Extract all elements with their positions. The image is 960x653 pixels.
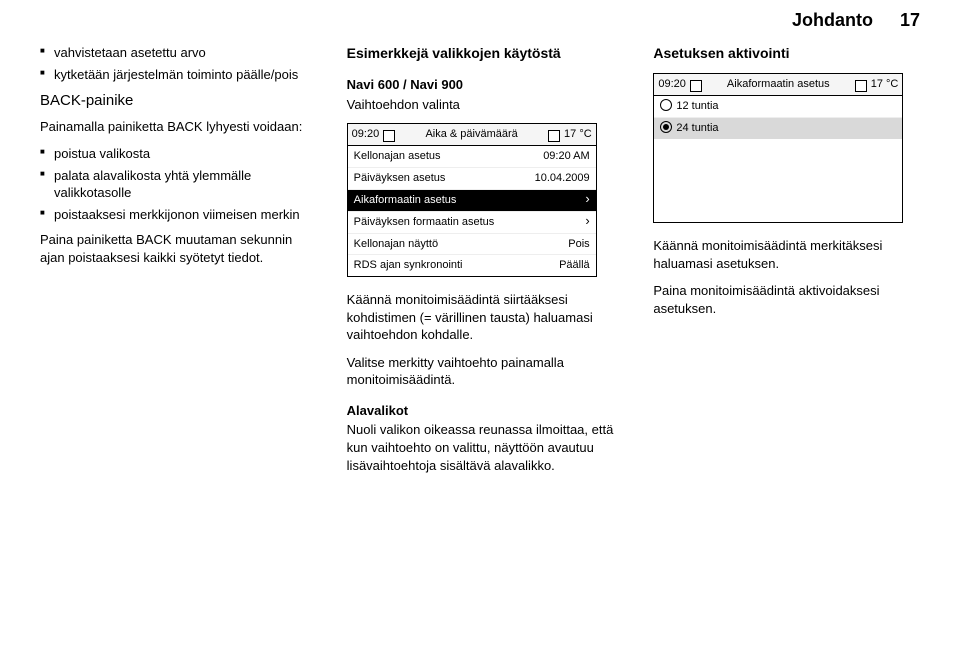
col3-p2: Paina monitoimisäädintä aktivoidaksesi a… [653, 282, 932, 317]
radio-filled-icon [660, 121, 672, 133]
col2-sub3: Alavalikot [347, 402, 626, 420]
list-item: palata alavalikosta yhtä ylemmälle valik… [40, 167, 319, 202]
option-row-selected[interactable]: 24 tuntia [654, 118, 902, 139]
row-label: Kellonajan näyttö [354, 237, 438, 252]
chevron-right-icon [585, 193, 589, 208]
col2-heading: Esimerkkejä valikkojen käytöstä [347, 44, 626, 63]
chevron-right-icon [585, 215, 589, 230]
screenshot-titlebar: 09:20 Aika & päivämäärä 17 °C [348, 124, 596, 146]
row-value: 10.04.2009 [535, 171, 590, 186]
col-1: vahvistetaan asetettu arvo kytketään jär… [40, 44, 319, 484]
menu-row-selected[interactable]: Aikaformaatin asetus [348, 190, 596, 212]
col2-p1: Käännä monitoimisäädintä siirtääksesi ko… [347, 291, 626, 344]
intro-list: vahvistetaan asetettu arvo kytketään jär… [40, 44, 319, 83]
option-label: 24 tuntia [660, 121, 718, 136]
col-3: Asetuksen aktivointi 09:20 Aikaformaatin… [653, 44, 932, 484]
screen-title: Aika & päivämäärä [399, 127, 544, 142]
option-label: 12 tuntia [660, 99, 718, 114]
col2-p2: Valitse merkitty vaihtoehto painamalla m… [347, 354, 626, 389]
menu-row[interactable]: Päiväyksen formaatin asetus [348, 212, 596, 234]
back-intro: Painamalla painiketta BACK lyhyesti void… [40, 118, 319, 136]
menu-rows: Kellonajan asetus 09:20 AM Päiväyksen as… [348, 146, 596, 276]
back-para: Paina painiketta BACK muutaman sekunnin … [40, 231, 319, 266]
temp-icon [855, 80, 867, 92]
clock-time: 09:20 [658, 77, 686, 92]
status-icon [383, 130, 395, 142]
list-item: poistua valikosta [40, 145, 319, 163]
temp-icon [548, 130, 560, 142]
row-label: Aikaformaatin asetus [354, 193, 457, 208]
row-label: RDS ajan synkronointi [354, 258, 463, 273]
list-item: kytketään järjestelmän toiminto päälle/p… [40, 66, 319, 84]
row-label: Kellonajan asetus [354, 149, 441, 164]
screenshot-titlebar: 09:20 Aikaformaatin asetus 17 °C [654, 74, 902, 96]
temp-value: 17 °C [564, 127, 592, 142]
row-value: Pois [568, 237, 589, 252]
menu-row[interactable]: Päiväyksen asetus 10.04.2009 [348, 168, 596, 190]
list-item: vahvistetaan asetettu arvo [40, 44, 319, 62]
row-label: Päiväyksen asetus [354, 171, 446, 186]
col2-sub1: Navi 600 / Navi 900 [347, 76, 626, 94]
page-header: Johdanto 17 [0, 0, 960, 44]
option-rows: 12 tuntia 24 tuntia [654, 96, 902, 139]
option-row[interactable]: 12 tuntia [654, 96, 902, 118]
menu-row[interactable]: RDS ajan synkronointi Päällä [348, 255, 596, 276]
col-2: Esimerkkejä valikkojen käytöstä Navi 600… [347, 44, 626, 484]
row-value: Päällä [559, 258, 590, 273]
radio-icon [660, 99, 672, 111]
section-title: Johdanto [792, 10, 873, 30]
col3-p1: Käännä monitoimisäädintä merkitäksesi ha… [653, 237, 932, 272]
row-value: 09:20 AM [543, 149, 589, 164]
option-screenshot: 09:20 Aikaformaatin asetus 17 °C 12 tunt… [653, 73, 903, 223]
list-item: poistaaksesi merkkijonon viimeisen merki… [40, 206, 319, 224]
status-icon [690, 80, 702, 92]
col2-p3: Nuoli valikon oikeassa reunassa ilmoitta… [347, 421, 626, 474]
col3-heading: Asetuksen aktivointi [653, 44, 932, 63]
screen-title: Aikaformaatin asetus [706, 77, 851, 92]
page-number: 17 [900, 10, 920, 30]
menu-row[interactable]: Kellonajan asetus 09:20 AM [348, 146, 596, 168]
menu-row[interactable]: Kellonajan näyttö Pois [348, 234, 596, 256]
clock-time: 09:20 [352, 127, 380, 142]
back-heading: BACK-painike [40, 91, 319, 111]
columns: vahvistetaan asetettu arvo kytketään jär… [0, 44, 960, 484]
menu-screenshot: 09:20 Aika & päivämäärä 17 °C Kellonajan… [347, 123, 597, 277]
row-label: Päiväyksen formaatin asetus [354, 215, 495, 230]
col2-sub2: Vaihtoehdon valinta [347, 96, 626, 114]
back-list: poistua valikosta palata alavalikosta yh… [40, 145, 319, 223]
temp-value: 17 °C [871, 77, 899, 92]
